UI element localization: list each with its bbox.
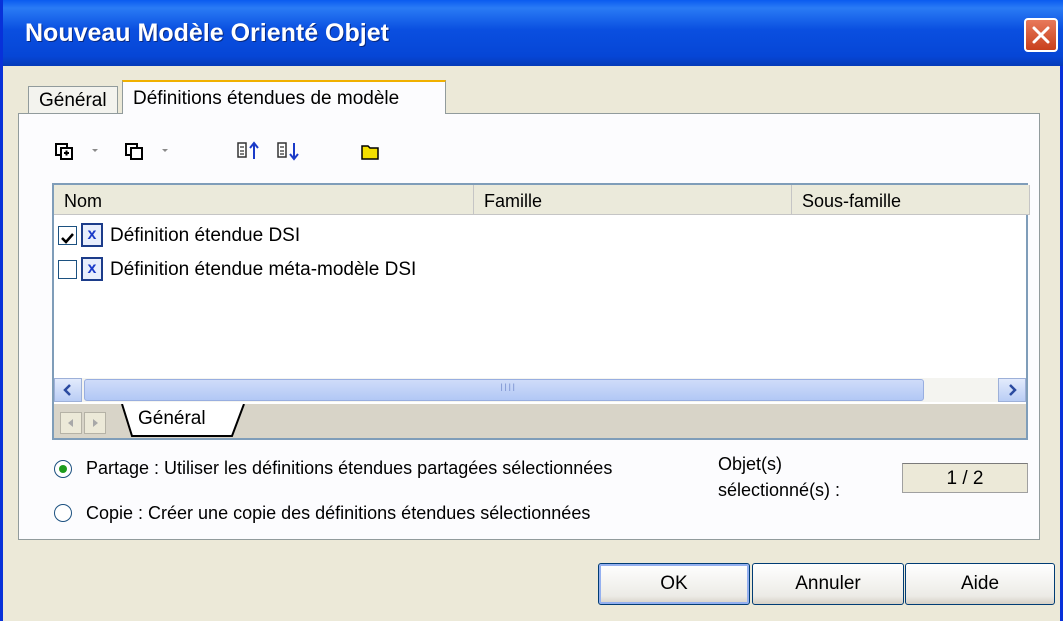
tab-general-label: Général <box>39 90 107 111</box>
selected-objects-label-line2: sélectionné(s) : <box>718 480 841 500</box>
horizontal-scrollbar[interactable]: IIII <box>54 378 1026 402</box>
help-button[interactable]: Aide <box>905 563 1055 605</box>
close-button[interactable] <box>1024 18 1058 52</box>
share-option-label: Partage : Utiliser les définitions étend… <box>86 458 613 478</box>
selected-objects-label-line1: Objet(s) <box>718 454 783 474</box>
move-down-icon <box>277 142 299 161</box>
sheet-tab-label: Général <box>138 408 206 429</box>
row-name: Définition étendue DSI <box>110 225 301 246</box>
folder-icon <box>361 145 379 160</box>
selection-count: 1 / 2 <box>902 463 1028 493</box>
column-header-subfamily[interactable]: Sous-famille <box>792 185 1030 215</box>
title-bar[interactable]: Nouveau Modèle Orienté Objet <box>3 0 1063 66</box>
cancel-button-label: Annuler <box>795 573 861 594</box>
ok-button[interactable]: OK <box>598 563 750 605</box>
scroll-thumb[interactable]: IIII <box>84 379 924 401</box>
scroll-right-button[interactable] <box>998 378 1026 402</box>
row-checkbox[interactable] <box>58 260 77 279</box>
definitions-list[interactable]: Nom Famille Sous-famille x Définition ét… <box>52 183 1030 440</box>
add-definition-button[interactable] <box>54 140 100 167</box>
tab-extended-definitions[interactable]: Définitions étendues de modèle <box>122 80 446 114</box>
column-header-name-label: Nom <box>64 191 103 211</box>
move-down-button[interactable] <box>276 140 302 167</box>
triangle-right-icon <box>93 419 98 427</box>
help-button-label: Aide <box>960 573 1000 594</box>
copy-definition-icon <box>125 143 168 160</box>
row-checkbox[interactable] <box>58 226 77 245</box>
scroll-thumb-grip: IIII <box>500 382 517 394</box>
sheet-next-button[interactable] <box>84 412 106 434</box>
close-icon <box>1032 26 1050 44</box>
share-radio[interactable] <box>54 460 72 478</box>
column-header-name[interactable]: Nom <box>54 185 474 215</box>
copy-radio[interactable] <box>54 504 72 522</box>
checkmark-icon <box>61 233 74 244</box>
chevron-left-icon <box>63 384 71 396</box>
add-definition-icon <box>55 143 98 160</box>
folder-button[interactable] <box>358 140 384 167</box>
tab-general[interactable]: Général <box>28 86 118 114</box>
ok-button-label: OK <box>660 573 688 594</box>
sheet-tab-general[interactable]: Général <box>120 404 250 438</box>
sheet-tab-bar: Général <box>54 404 1026 438</box>
scroll-left-button[interactable] <box>54 378 82 402</box>
extension-file-icon: x <box>81 223 103 247</box>
tab-extended-definitions-label: Définitions étendues de modèle <box>133 88 400 109</box>
selection-count-value: 1 / 2 <box>946 468 984 489</box>
column-header-family[interactable]: Famille <box>474 185 792 215</box>
row-name: Définition étendue méta-modèle DSI <box>110 259 417 280</box>
cancel-button[interactable]: Annuler <box>752 563 904 605</box>
chevron-right-icon <box>1009 384 1017 396</box>
copy-definition-button[interactable] <box>124 140 170 167</box>
sheet-prev-button[interactable] <box>60 412 82 434</box>
column-header-subfamily-label: Sous-famille <box>802 191 902 211</box>
column-header-family-label: Famille <box>484 191 543 211</box>
move-up-icon <box>237 141 259 159</box>
move-up-button[interactable] <box>236 140 262 167</box>
copy-option-label: Copie : Créer une copie des définitions … <box>86 503 591 523</box>
triangle-left-icon <box>68 419 73 427</box>
extension-file-icon: x <box>81 257 103 281</box>
window-title: Nouveau Modèle Orienté Objet <box>25 19 389 47</box>
